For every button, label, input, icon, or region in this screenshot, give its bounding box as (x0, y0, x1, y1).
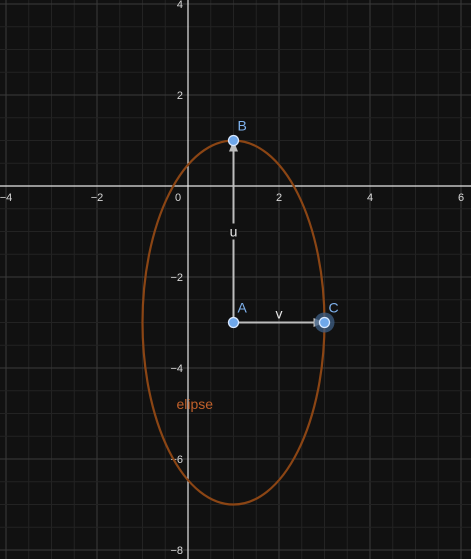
ellipse-label: elipse (177, 396, 214, 412)
point-marker[interactable] (318, 316, 331, 329)
point-C[interactable] (314, 312, 335, 333)
x-tick-label: 2 (276, 192, 282, 204)
x-tick-label: −4 (0, 192, 12, 204)
y-tick-label: −2 (170, 272, 183, 284)
vector-label-u: u (230, 224, 238, 240)
point-A[interactable] (227, 316, 240, 329)
origin-label: 0 (175, 192, 181, 204)
point-label-C: C (329, 300, 339, 316)
point-label-B: B (238, 118, 247, 134)
point-B[interactable] (227, 134, 240, 147)
y-tick-label: −8 (170, 545, 183, 557)
y-tick-label: 2 (177, 90, 183, 102)
canvas-background (0, 0, 471, 559)
vector-label-v: v (276, 306, 283, 322)
point-label-A: A (238, 300, 248, 316)
point-marker[interactable] (227, 316, 240, 329)
point-marker[interactable] (227, 134, 240, 147)
y-tick-label: 4 (177, 0, 183, 11)
geometry-canvas[interactable]: −4 −2 2 4 642−2−4−6−80 elipseuvABC (0, 0, 471, 559)
x-tick-label: 6 (458, 192, 464, 204)
x-tick-label: −2 (91, 192, 104, 204)
y-tick-label: −4 (170, 363, 183, 375)
x-tick-label: 4 (367, 192, 373, 204)
